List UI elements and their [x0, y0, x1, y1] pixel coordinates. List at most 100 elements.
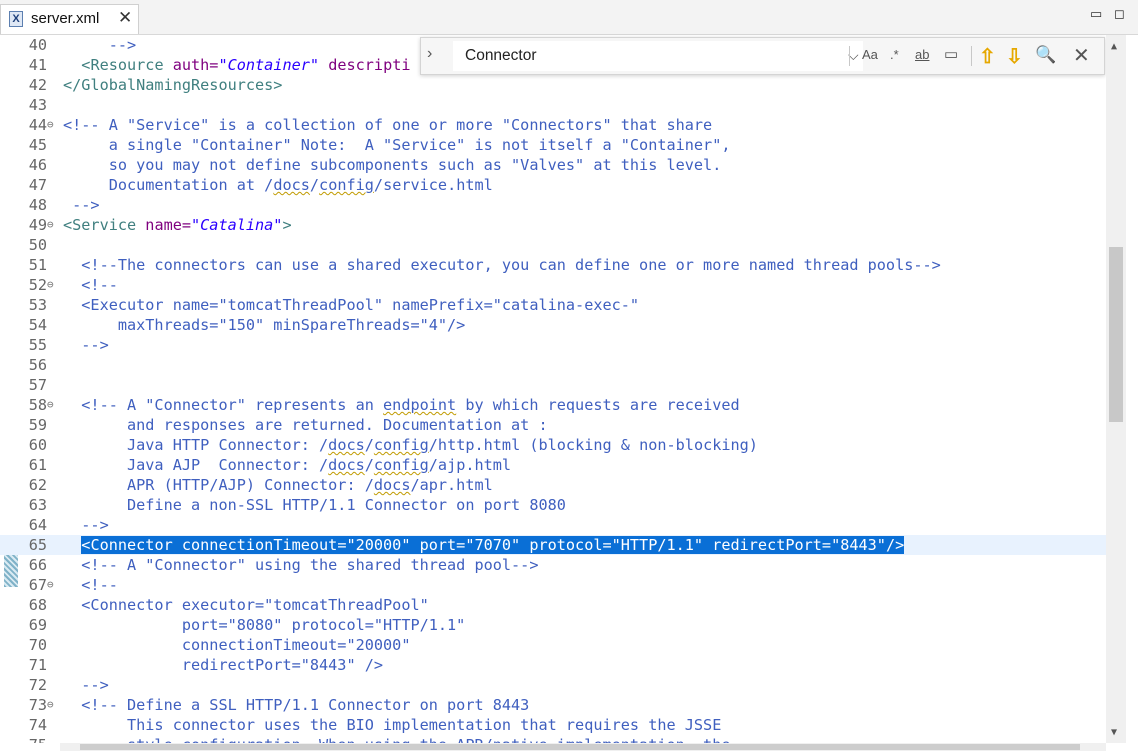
scroll-up-icon[interactable]: ▲ — [1111, 41, 1117, 52]
code-line[interactable]: 55 --> — [0, 335, 1106, 355]
line-number: 65 — [28, 536, 47, 554]
code-line[interactable]: 75 style configuration. When using the A… — [0, 735, 1106, 743]
minimize-icon[interactable]: ▭ — [1090, 6, 1102, 22]
previous-match-icon[interactable]: ⇧ — [979, 44, 996, 69]
code-line[interactable]: 54 maxThreads="150" minSpareThreads="4"/… — [0, 315, 1106, 335]
code-line[interactable]: 49 ⊖ <Service name="Catalina"> — [0, 215, 1106, 235]
code-text: <!-- A "Connector" using the shared thre… — [63, 556, 539, 574]
code-text: --> — [63, 516, 109, 534]
line-number: 73 — [28, 696, 47, 714]
code-line[interactable]: 47 Documentation at /docs/config/service… — [0, 175, 1106, 195]
line-number: 52 — [28, 276, 47, 294]
code-line[interactable]: 56 — [0, 355, 1106, 375]
line-number: 57 — [28, 376, 47, 394]
code-line[interactable]: 43 — [0, 95, 1106, 115]
code-line[interactable]: 59 and responses are returned. Documenta… — [0, 415, 1106, 435]
scroll-down-icon[interactable]: ▼ — [1111, 727, 1117, 738]
code-text: --> — [63, 36, 137, 54]
fold-toggle-icon[interactable]: ⊖ — [47, 215, 54, 235]
code-line[interactable]: 73 ⊖ <!-- Define a SSL HTTP/1.1 Connector… — [0, 695, 1106, 715]
toggle-replace-icon[interactable]: › — [427, 45, 432, 63]
line-number: 44 — [28, 116, 47, 134]
tab-title: server.xml — [31, 10, 100, 27]
code-line[interactable]: 69 port="8080" protocol="HTTP/1.1" — [0, 615, 1106, 635]
code-line[interactable]: 63 Define a non-SSL HTTP/1.1 Connector o… — [0, 495, 1106, 515]
code-line[interactable]: 50 — [0, 235, 1106, 255]
code-text: port="8080" protocol="HTTP/1.1" — [63, 616, 466, 634]
code-line[interactable]: 67 ⊖ <!-- — [0, 575, 1106, 595]
code-text: Java HTTP Connector: /docs/config/http.h… — [63, 436, 758, 454]
line-number: 53 — [28, 296, 47, 314]
code-text: <Connector executor="tomcatThreadPool" — [63, 596, 429, 614]
line-number: 46 — [28, 156, 47, 174]
code-text: redirectPort="8443" /> — [63, 656, 384, 674]
line-number: 56 — [28, 356, 47, 374]
code-text: maxThreads="150" minSpareThreads="4"/> — [63, 316, 466, 334]
editor-tab-bar: X server.xml ✕ ▭ ◻ — [0, 0, 1138, 35]
in-selection-icon[interactable]: ▭ — [944, 45, 958, 63]
line-number: 49 — [28, 216, 47, 234]
line-number: 67 — [28, 576, 47, 594]
code-line[interactable]: 42 </GlobalNamingResources> — [0, 75, 1106, 95]
divider — [849, 46, 850, 66]
code-line[interactable]: 72 --> — [0, 675, 1106, 695]
line-number: 68 — [28, 596, 47, 614]
code-text: Java AJP Connector: /docs/config/ajp.htm… — [63, 456, 512, 474]
code-line[interactable]: 57 — [0, 375, 1106, 395]
line-number: 47 — [28, 176, 47, 194]
code-line[interactable]: 61 Java AJP Connector: /docs/config/ajp.… — [0, 455, 1106, 475]
code-line[interactable]: 68 <Connector executor="tomcatThreadPool… — [0, 595, 1106, 615]
code-line[interactable]: 71 redirectPort="8443" /> — [0, 655, 1106, 675]
tab-server-xml[interactable]: X server.xml ✕ — [0, 4, 139, 34]
scrollbar-thumb[interactable] — [1109, 247, 1123, 422]
maximize-icon[interactable]: ◻ — [1114, 6, 1125, 22]
close-icon[interactable]: ✕ — [118, 8, 132, 28]
code-line[interactable]: 44 ⊖ <!-- A "Service" is a collection of o… — [0, 115, 1106, 135]
code-text: <!-- — [63, 576, 118, 594]
whole-word-icon[interactable]: ab — [915, 47, 929, 62]
line-number: 75 — [0, 735, 47, 743]
code-line[interactable]: 60 Java HTTP Connector: /docs/config/htt… — [0, 435, 1106, 455]
code-text: Define a non-SSL HTTP/1.1 Connector on p… — [63, 496, 566, 514]
code-text: a single "Container" Note: A "Service" i… — [63, 136, 731, 154]
code-text: APR (HTTP/AJP) Connector: /docs/apr.html — [63, 476, 493, 494]
fold-toggle-icon[interactable]: ⊖ — [47, 395, 54, 415]
fold-toggle-icon[interactable]: ⊖ — [47, 695, 54, 715]
line-number: 58 — [28, 396, 47, 414]
code-line[interactable]: 46 so you may not define subcomponents s… — [0, 155, 1106, 175]
code-line[interactable]: 51 <!--The connectors can use a shared e… — [0, 255, 1106, 275]
xml-file-icon: X — [9, 11, 23, 27]
code-line[interactable]: 70 connectionTimeout="20000" — [0, 635, 1106, 655]
vertical-scrollbar[interactable]: ▲ ▼ — [1106, 35, 1126, 743]
search-icon[interactable]: 🔍 — [1035, 45, 1056, 65]
horizontal-scrollbar[interactable] — [60, 743, 1106, 751]
code-text: so you may not define subcomponents such… — [63, 156, 722, 174]
line-number: 64 — [28, 516, 47, 534]
line-number: 45 — [28, 136, 47, 154]
line-number: 71 — [28, 656, 47, 674]
line-number: 72 — [28, 676, 47, 694]
code-line[interactable]: 48 --> — [0, 195, 1106, 215]
code-line[interactable]: 58 ⊖ <!-- A "Connector" represents an end… — [0, 395, 1106, 415]
code-text: style configuration. When using the APR/… — [63, 735, 731, 743]
code-line[interactable]: 66 <!-- A "Connector" using the shared t… — [0, 555, 1106, 575]
code-line[interactable]: 64 --> — [0, 515, 1106, 535]
code-line[interactable]: 74 This connector uses the BIO implement… — [0, 715, 1106, 735]
code-editor[interactable]: 40 --> 41 <Resource auth="Container" desc… — [0, 35, 1106, 743]
find-input[interactable]: Connector — [465, 47, 537, 65]
fold-toggle-icon[interactable]: ⊖ — [47, 115, 54, 135]
code-line[interactable]: 65 <Connector connectionTimeout="20000" … — [0, 535, 1106, 555]
fold-toggle-icon[interactable]: ⊖ — [47, 275, 54, 295]
match-case-icon[interactable]: Aa — [862, 47, 878, 62]
scrollbar-thumb[interactable] — [80, 744, 1080, 750]
code-line[interactable]: 52 ⊖ <!-- — [0, 275, 1106, 295]
next-match-icon[interactable]: ⇩ — [1006, 44, 1023, 69]
fold-toggle-icon[interactable]: ⊖ — [47, 575, 54, 595]
close-icon[interactable]: ✕ — [1073, 43, 1090, 68]
regex-icon[interactable]: .* — [890, 47, 899, 62]
code-line[interactable]: 45 a single "Container" Note: A "Service… — [0, 135, 1106, 155]
line-number: 69 — [28, 616, 47, 634]
code-line[interactable]: 62 APR (HTTP/AJP) Connector: /docs/apr.h… — [0, 475, 1106, 495]
code-line[interactable]: 53 <Executor name="tomcatThreadPool" nam… — [0, 295, 1106, 315]
find-input-box[interactable]: Connector ⌵ — [453, 41, 863, 71]
